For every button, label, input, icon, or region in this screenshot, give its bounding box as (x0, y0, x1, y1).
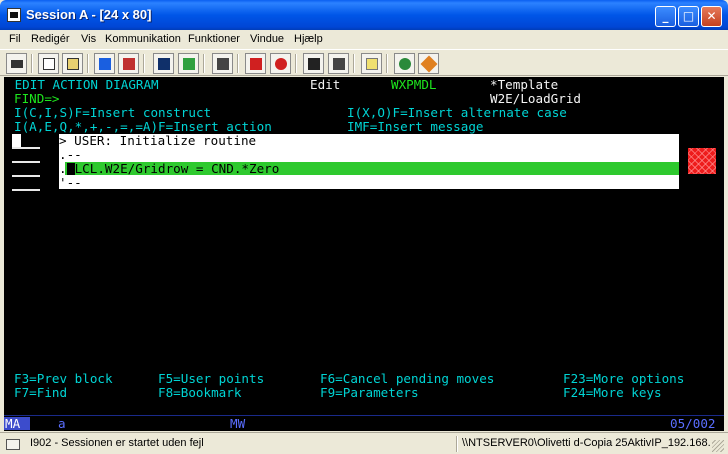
help-insert-action: I(A,E,Q,*,+,-,=,=A)F=Insert action (14, 119, 272, 134)
action-diagram-block: > USER: Initialize routine .-- . LCL.W2E/… (59, 134, 679, 190)
cursor (12, 134, 21, 147)
keyboard-icon[interactable] (178, 53, 199, 74)
fkey-more-options: F23=More options (563, 371, 685, 386)
fkey-user-points: F5=User points (158, 371, 265, 386)
macro-stop-icon[interactable] (245, 53, 266, 74)
notes-icon[interactable] (361, 53, 382, 74)
paste-icon[interactable] (62, 53, 83, 74)
display-icon[interactable] (153, 53, 174, 74)
fkey-find: F7=Find (14, 385, 68, 400)
close-button[interactable]: ✕ (701, 6, 722, 27)
title-bar: Session A - [24 x 80] _ □ ✕ (0, 0, 728, 30)
oia-connection-indicator: a (58, 416, 66, 431)
status-bar: I902 - Sessionen er startet uden fejl \\… (0, 432, 728, 454)
menu-bar: Fil Redigér Vis Kommunikation Funktioner… (0, 30, 728, 49)
error-indicator (688, 148, 716, 174)
menu-vis[interactable]: Vis (81, 33, 96, 45)
text-cursor (66, 163, 75, 175)
help-icon[interactable] (418, 53, 439, 74)
user-point-line[interactable]: > USER: Initialize routine (59, 134, 256, 148)
macro-play-icon[interactable] (270, 53, 291, 74)
find-label: FIND=> (14, 91, 60, 106)
block-open-line[interactable]: .-- (59, 148, 82, 162)
action-text: LCL.W2E/Gridrow = CND.*Zero (74, 161, 280, 176)
function-name: W2E/LoadGrid (490, 91, 581, 106)
maximize-button[interactable]: □ (678, 6, 699, 27)
program-name: WXPMDL (391, 77, 437, 92)
send-icon[interactable] (94, 53, 115, 74)
fkey-bookmark: F8=Bookmark (158, 385, 242, 400)
terminal-app-icon[interactable] (7, 8, 21, 22)
help-insert-alternate: I(X,O)F=Insert alternate case (347, 105, 567, 120)
status-host: \\NTSERVER0\Olivetti d-Copia 25AktivIP_1… (462, 437, 710, 449)
screen-mode: Edit (310, 77, 341, 92)
menu-hjaelp[interactable]: Hjælp (294, 33, 323, 45)
block-prefix: . (59, 161, 67, 176)
copy-icon[interactable] (38, 53, 59, 74)
fkey-more-keys: F24=More keys (563, 385, 662, 400)
line-selector-field[interactable] (12, 161, 40, 163)
template-name: *Template (490, 77, 559, 92)
macro-record-icon[interactable] (212, 53, 233, 74)
terminal-screen[interactable]: EDIT ACTION DIAGRAM Edit WXPMDL *Templat… (4, 77, 724, 431)
line-selector-field[interactable] (12, 189, 40, 191)
menu-kommunikation[interactable]: Kommunikation (105, 33, 181, 45)
oia-session-indicator: MA (4, 417, 30, 431)
line-selector-field[interactable] (12, 175, 40, 177)
session-status-icon (6, 439, 20, 450)
screen-title: EDIT ACTION DIAGRAM (7, 77, 159, 92)
fkey-cancel-moves: F6=Cancel pending moves (320, 371, 495, 386)
menu-vindue[interactable]: Vindue (250, 33, 284, 45)
oia-cursor-position: 05/002 (670, 416, 716, 431)
clipboard-icon[interactable] (328, 53, 349, 74)
window-title: Session A - [24 x 80] (26, 7, 152, 22)
help-insert-message: IMF=Insert message (347, 119, 484, 134)
operator-info-area: MA a MW 05/002 (4, 415, 724, 431)
menu-rediger[interactable]: Redigér (31, 33, 70, 45)
oia-message-waiting: MW (230, 416, 246, 431)
line-selector-field[interactable] (12, 147, 40, 149)
receive-icon[interactable] (118, 53, 139, 74)
block-close-line[interactable]: '-- (59, 176, 82, 190)
globe-icon[interactable] (394, 53, 415, 74)
toolbar (0, 49, 728, 76)
minimize-button[interactable]: _ (655, 6, 676, 27)
fkey-prev-block: F3=Prev block (14, 371, 113, 386)
fkey-parameters: F9=Parameters (320, 385, 419, 400)
print-icon[interactable] (6, 53, 27, 74)
help-insert-construct: I(C,I,S)F=Insert construct (14, 105, 212, 120)
menu-fil[interactable]: Fil (9, 33, 21, 45)
resize-grip[interactable] (712, 440, 724, 452)
menu-funktioner[interactable]: Funktioner (188, 33, 240, 45)
macro-pause-icon[interactable] (303, 53, 324, 74)
status-message: I902 - Sessionen er startet uden fejl (30, 437, 204, 449)
selected-action-line[interactable]: . LCL.W2E/Gridrow = CND.*Zero (59, 162, 279, 176)
